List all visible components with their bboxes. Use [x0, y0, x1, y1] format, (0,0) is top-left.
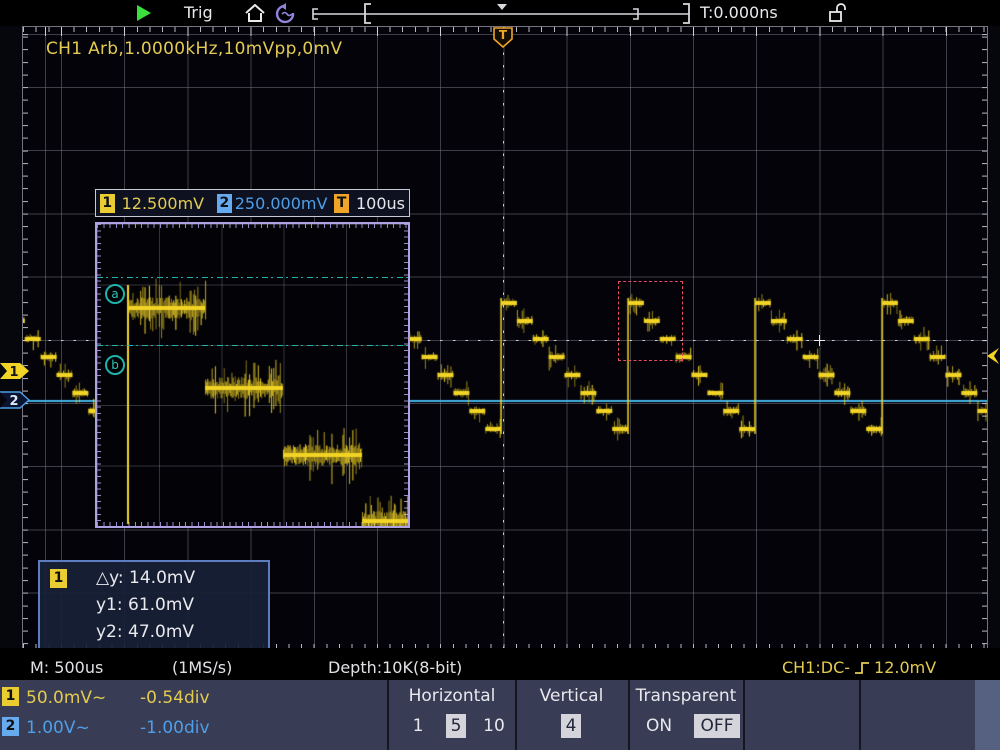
- horizontal-menu-label: Horizontal: [389, 686, 515, 706]
- ch2-zero-marker[interactable]: 2: [0, 390, 30, 410]
- menu-side-strip: [975, 680, 1000, 750]
- status-bar: M: 500us (1MS/s) Depth:10K(8-bit) CH1:DC…: [0, 648, 1000, 680]
- zoom-window[interactable]: a b: [95, 222, 410, 528]
- trigger-level-readout: 12.0mV: [874, 658, 936, 677]
- cursor-y2: y2: 47.0mV: [96, 622, 194, 642]
- cursor-delta-y: △y: 14.0mV: [96, 568, 195, 588]
- transparent-on-option[interactable]: ON: [642, 716, 676, 736]
- trigger-status-readout: CH1:DC- 12.0mV: [782, 658, 936, 677]
- zoom-ch1-scale: 12.500mV: [122, 194, 205, 213]
- horizontal-option-10[interactable]: 10: [480, 716, 508, 736]
- cursor-a-line[interactable]: [97, 277, 408, 278]
- bottom-menu-bar: 1 50.0mV~ -0.54div 2 1.00V~ -1.00div Hor…: [0, 680, 1000, 750]
- top-bar: Trig T:0.000ns: [0, 0, 1000, 26]
- cursor-measure-panel[interactable]: 1 △y: 14.0mV y1: 61.0mV y2: 47.0mV: [38, 560, 270, 652]
- timebase-readout: M: 500us: [30, 658, 103, 677]
- transparent-off-option-selected[interactable]: OFF: [694, 714, 740, 738]
- cursor-y1: y1: 61.0mV: [96, 595, 194, 615]
- auto-refresh-icon[interactable]: [274, 3, 298, 24]
- run-play-icon[interactable]: [135, 4, 153, 22]
- svg-text:T: T: [499, 28, 508, 42]
- sample-rate-readout: (1MS/s): [172, 658, 232, 677]
- cursor-a-tag[interactable]: a: [105, 284, 125, 304]
- menu-ch2-badge[interactable]: 2: [2, 717, 19, 736]
- svg-text:1: 1: [9, 365, 18, 380]
- oscilloscope-screen: Trig T:0.000ns: [0, 0, 1000, 750]
- transparent-menu-label: Transparent: [630, 686, 742, 706]
- horizontal-option-1[interactable]: 1: [408, 716, 428, 736]
- trigger-time-readout: T:0.000ns: [700, 3, 778, 22]
- horizontal-option-5-selected[interactable]: 5: [446, 714, 466, 738]
- ch1-offset-readout: -0.54div: [140, 688, 210, 708]
- menu-separator: [743, 680, 745, 750]
- trigger-position-marker: [497, 4, 507, 10]
- zoom-waveform-trace: [97, 224, 408, 526]
- horizontal-position-bar[interactable]: [305, 1, 697, 25]
- ch1-badge: 1: [100, 194, 115, 213]
- trigger-mode-label: Trig: [184, 3, 213, 22]
- ch2-scale-readout: 1.00V~: [26, 718, 90, 738]
- vertical-value-selected[interactable]: 4: [561, 714, 581, 738]
- svg-text:2: 2: [9, 394, 18, 409]
- zoom-time-scale: 100us: [356, 194, 405, 213]
- depth-readout: Depth:10K(8-bit): [328, 658, 462, 677]
- unlock-icon[interactable]: [828, 3, 846, 23]
- home-icon[interactable]: [244, 4, 266, 23]
- zoom-window-header: 1 12.500mV 2 250.000mV T 100us: [95, 189, 410, 217]
- ch1-zero-marker[interactable]: 1: [0, 361, 30, 381]
- vertical-menu-label: Vertical: [517, 686, 626, 706]
- trigger-level-marker[interactable]: [982, 346, 1000, 366]
- zoom-region-outline: [618, 281, 683, 361]
- ch2-badge: 2: [217, 194, 232, 213]
- ch2-offset-readout: -1.00div: [140, 718, 210, 738]
- cursor-b-line[interactable]: [97, 345, 408, 346]
- channel-info-readout: CH1 Arb,1.0000kHz,10mVpp,0mV: [46, 39, 342, 59]
- rising-edge-icon: [854, 660, 870, 676]
- trigger-source: CH1:DC-: [782, 658, 850, 677]
- zoom-ch2-scale: 250.000mV: [235, 194, 328, 213]
- time-badge: T: [334, 194, 349, 213]
- trigger-horizontal-marker[interactable]: T: [493, 27, 513, 48]
- ch1-scale-readout: 50.0mV~: [26, 688, 106, 708]
- cursor-panel-ch-badge: 1: [50, 569, 67, 588]
- menu-separator: [859, 680, 861, 750]
- menu-ch1-badge[interactable]: 1: [2, 687, 19, 706]
- cursor-b-tag[interactable]: b: [105, 355, 125, 375]
